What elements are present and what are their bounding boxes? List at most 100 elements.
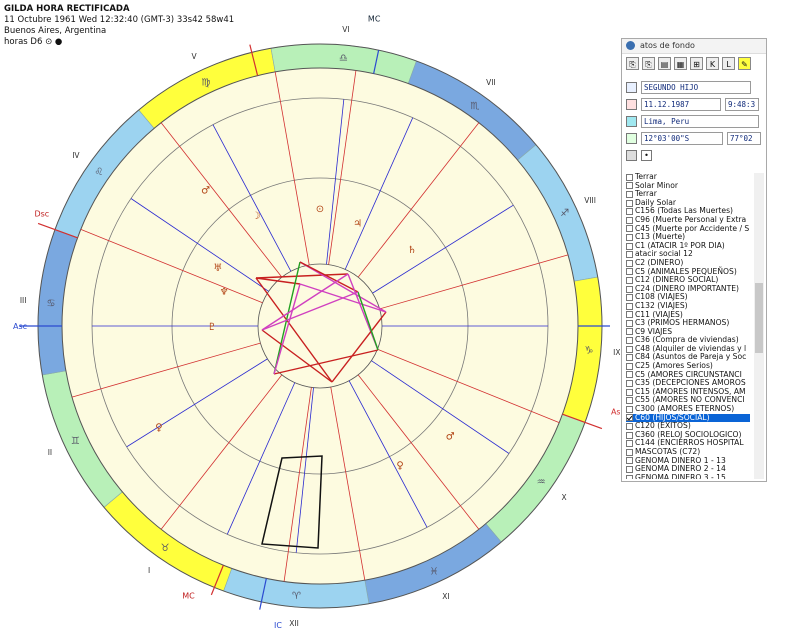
toolbar-button[interactable]: ▦ <box>674 57 687 70</box>
house-number: II <box>48 448 52 457</box>
toolbar-button[interactable]: ▤ <box>658 57 671 70</box>
name-field[interactable]: SEGUNDO HIJO <box>641 80 751 94</box>
checkbox[interactable] <box>626 474 633 479</box>
coords-row: 12°03'00"S 77°02 <box>626 130 761 146</box>
checkbox[interactable] <box>626 225 633 233</box>
checkbox[interactable] <box>626 182 633 190</box>
checkbox[interactable] <box>626 311 633 319</box>
checkbox[interactable] <box>626 173 633 181</box>
panel-toolbar: ⎘ ⎘ ▤ ▦ ⊞ K L ✎ <box>626 57 751 73</box>
house-number: IV <box>72 151 80 160</box>
background-data-panel[interactable]: atos de fondo ⎘ ⎘ ▤ ▦ ⊞ K L ✎ SEGUNDO HIJO 11.1… <box>621 38 767 482</box>
checkbox[interactable] <box>626 388 633 396</box>
house-number: VII <box>486 78 496 87</box>
toolbar-button[interactable]: L <box>722 57 735 70</box>
checkbox[interactable] <box>626 397 633 405</box>
checkbox[interactable] <box>626 405 633 413</box>
house-number: VI <box>342 25 349 34</box>
natal-chart-wheel[interactable]: ♌♍♎♏♐♑♒♓♈♉♊♋VVIVIIVIIIIXXXIXIIIIIIIIIVMC… <box>0 0 620 636</box>
chart-list[interactable]: Terrar Solar Minor Terrar Daily Solar C156 (… <box>626 173 750 479</box>
checkbox[interactable] <box>626 328 633 336</box>
checkbox[interactable] <box>626 251 633 259</box>
checkbox[interactable] <box>626 414 633 422</box>
house-number: V <box>191 52 197 61</box>
checkbox[interactable] <box>626 285 633 293</box>
angle-label: MC <box>368 15 381 24</box>
checkbox[interactable] <box>626 440 633 448</box>
app-icon <box>626 41 635 50</box>
checkbox[interactable] <box>626 457 633 465</box>
checkbox[interactable] <box>626 319 633 327</box>
planet-glyph: ♂ <box>201 186 210 197</box>
house-number: XI <box>442 592 449 601</box>
checkbox[interactable] <box>626 362 633 370</box>
longitude-field[interactable]: 77°02 <box>727 131 761 145</box>
checkbox[interactable] <box>626 259 633 267</box>
zodiac-sign: ♎ <box>339 53 348 64</box>
zodiac-sign: ♌ <box>94 167 103 178</box>
checkbox[interactable] <box>626 208 633 216</box>
list-item-label: GENOMA DINERO 3 - 15 <box>635 472 726 479</box>
angle-label: Dsc <box>34 210 49 219</box>
checkbox[interactable] <box>626 465 633 473</box>
edit-icon[interactable] <box>626 81 637 93</box>
checkbox[interactable] <box>626 268 633 276</box>
core-ring <box>257 263 383 389</box>
list-scrollbar[interactable] <box>754 173 764 479</box>
checkbox[interactable] <box>626 190 633 198</box>
globe-icon[interactable] <box>626 115 637 127</box>
zodiac-sign: ♉ <box>161 543 170 554</box>
planet-glyph: ♅ <box>213 263 222 274</box>
house-number: VIII <box>584 196 596 205</box>
calendar-icon[interactable] <box>626 98 637 110</box>
zodiac-sign: ♈ <box>292 591 301 602</box>
checkbox[interactable] <box>626 423 633 431</box>
toolbar-button[interactable]: K <box>706 57 719 70</box>
angle-label: Asc <box>611 407 620 416</box>
zodiac-sign: ♊ <box>71 436 80 447</box>
toolbar-button[interactable]: ⎘ <box>626 57 639 70</box>
zodiac-sign: ♒ <box>537 477 546 488</box>
checkbox[interactable] <box>626 233 633 241</box>
house-number: XII <box>289 619 299 628</box>
checkbox[interactable] <box>626 294 633 302</box>
planet-glyph: ♃ <box>353 219 362 230</box>
checkbox[interactable] <box>626 302 633 310</box>
toolbar-button[interactable]: ✎ <box>738 57 751 70</box>
panel-titlebar[interactable]: atos de fondo <box>622 39 766 54</box>
place-field[interactable]: Lima, Peru <box>641 114 759 128</box>
planet-glyph: ☽ <box>252 211 261 222</box>
checkbox[interactable] <box>626 354 633 362</box>
checkbox[interactable] <box>626 216 633 224</box>
angle-label: Asc <box>13 322 27 331</box>
checkbox[interactable] <box>626 380 633 388</box>
checkbox[interactable] <box>626 448 633 456</box>
toolbar-button[interactable]: ⊞ <box>690 57 703 70</box>
date-row: 11.12.1987 9:48:3 <box>626 96 759 112</box>
zodiac-sign: ♋ <box>47 298 56 309</box>
planet-glyph: ♂ <box>446 431 455 442</box>
checkbox[interactable] <box>626 345 633 353</box>
checkbox[interactable] <box>626 242 633 250</box>
list-item[interactable]: GENOMA DINERO 3 - 15 <box>626 472 750 479</box>
house-number: I <box>148 566 150 575</box>
planet-glyph: ⊙ <box>316 204 324 215</box>
dot-option[interactable]: • <box>641 149 652 161</box>
settings-icon[interactable] <box>626 149 637 161</box>
time-field[interactable]: 9:48:3 <box>725 97 759 111</box>
house-number: X <box>562 493 567 502</box>
checkbox[interactable] <box>626 431 633 439</box>
checkbox[interactable] <box>626 371 633 379</box>
panel-title: atos de fondo <box>640 41 695 50</box>
house-number: IX <box>613 348 620 357</box>
date-field[interactable]: 11.12.1987 <box>641 97 721 111</box>
latitude-field[interactable]: 12°03'00"S <box>641 131 723 145</box>
checkbox[interactable] <box>626 199 633 207</box>
zodiac-sign: ♑ <box>584 346 593 357</box>
checkbox[interactable] <box>626 276 633 284</box>
coordinates-icon[interactable] <box>626 132 637 144</box>
name-row: SEGUNDO HIJO <box>626 79 751 95</box>
checkbox[interactable] <box>626 337 633 345</box>
toolbar-button[interactable]: ⎘ <box>642 57 655 70</box>
zodiac-sign: ♓ <box>430 567 439 578</box>
